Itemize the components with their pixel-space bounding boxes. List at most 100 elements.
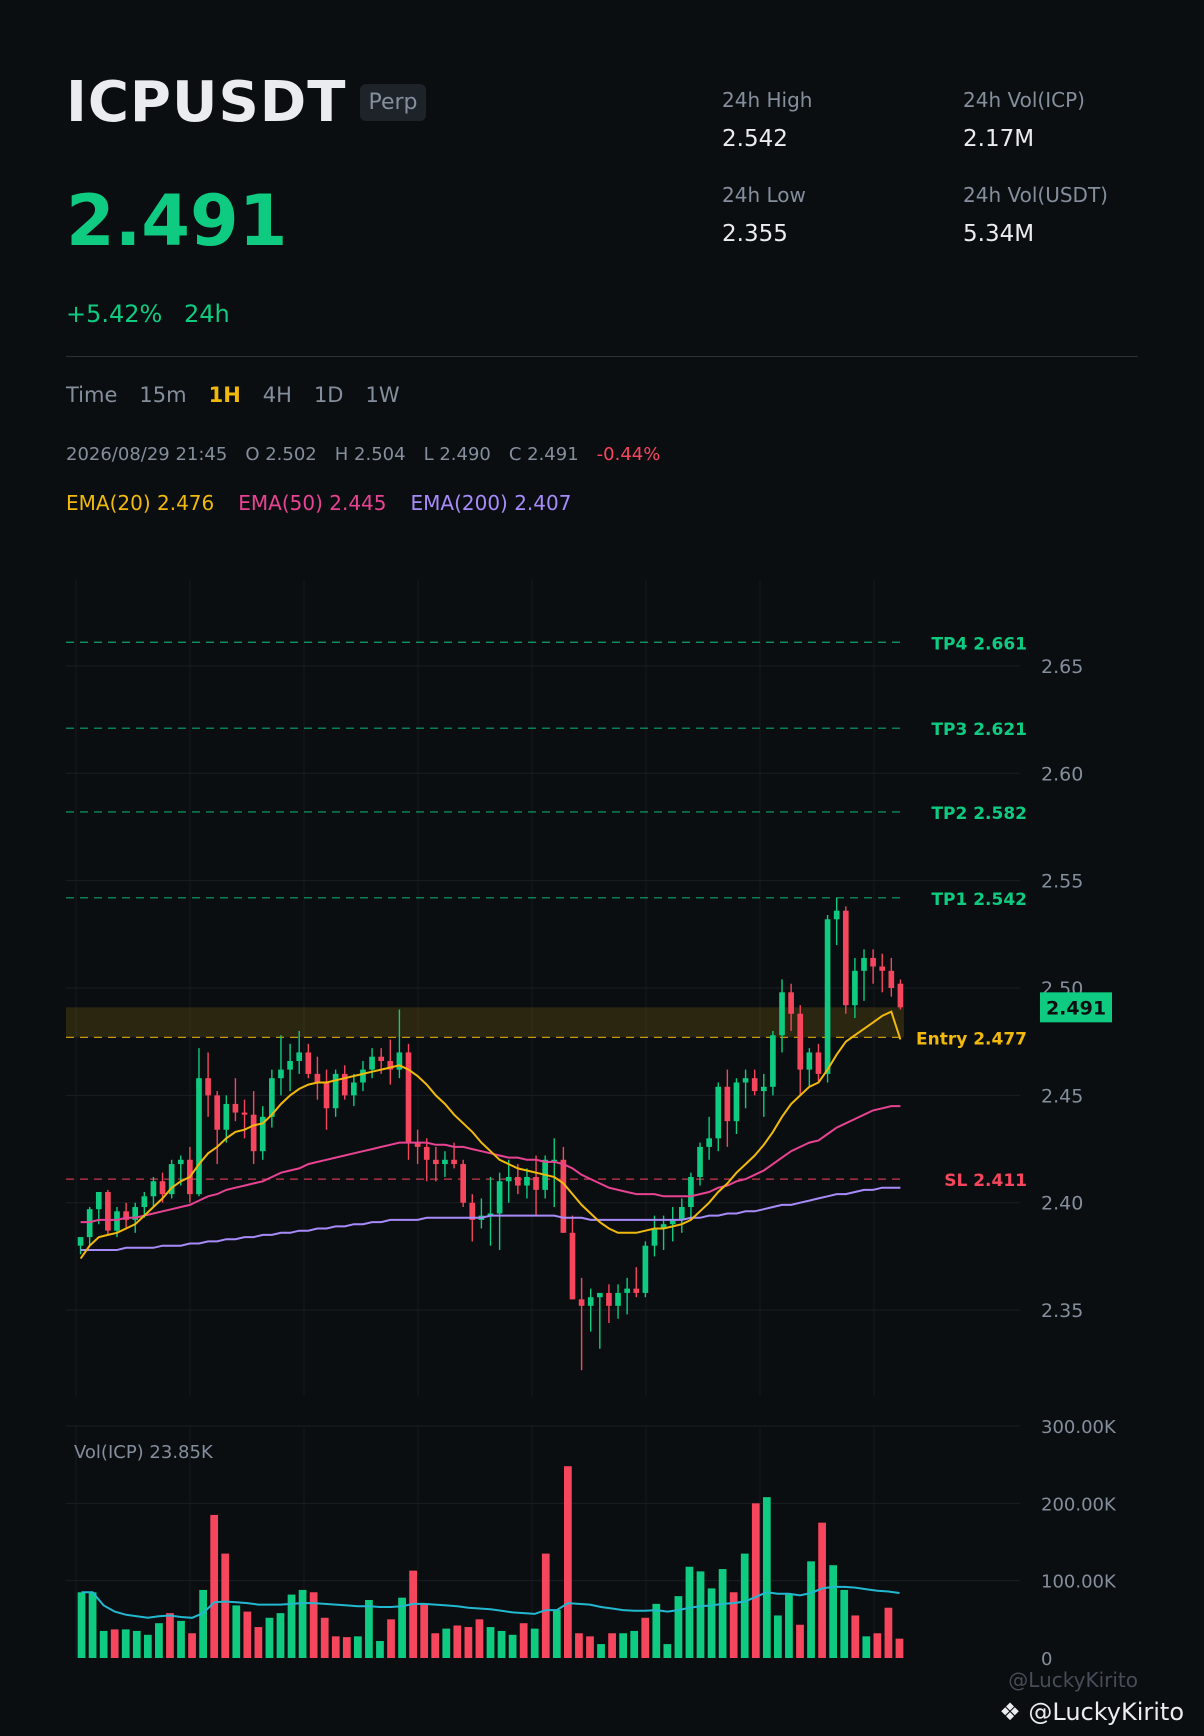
symbol-title[interactable]: ICPUSDT — [66, 70, 346, 135]
volume-bar — [331, 1636, 340, 1658]
volume-bar — [166, 1613, 174, 1658]
change-period: 24h — [184, 300, 230, 328]
volume-bar — [785, 1594, 793, 1658]
volume-bar — [387, 1619, 395, 1658]
volume-bar — [884, 1607, 893, 1658]
volume-bar — [486, 1627, 495, 1658]
volume-bar — [453, 1625, 462, 1658]
candle-body — [369, 1056, 375, 1070]
level-label: TP3 2.621 — [931, 720, 1027, 740]
ohlc-low: L 2.490 — [423, 444, 491, 465]
volume-bar — [564, 1466, 572, 1658]
candle-body — [770, 1035, 776, 1087]
volume-bar — [652, 1603, 661, 1658]
volume-bar — [110, 1629, 119, 1658]
ohlc-change: -0.44% — [596, 444, 661, 465]
stat-value: 2.355 — [722, 221, 788, 247]
candle-body — [205, 1078, 211, 1096]
volume-bar — [320, 1617, 329, 1658]
candle-body — [351, 1082, 357, 1096]
candle-body — [159, 1181, 166, 1195]
candle-body — [305, 1052, 312, 1074]
volume-tick-label: 200.00K — [1041, 1494, 1117, 1515]
candle-body — [323, 1082, 330, 1109]
candle-body — [697, 1146, 703, 1177]
stat-label: 24h Vol(ICP) — [963, 88, 1085, 112]
candle-body — [824, 919, 831, 1074]
volume-bar — [829, 1565, 838, 1658]
volume-bar — [508, 1634, 517, 1658]
header-divider — [66, 356, 1138, 357]
volume-bar — [751, 1503, 760, 1658]
level-label: TP2 2.582 — [931, 804, 1027, 824]
tab-time[interactable]: Time — [66, 383, 117, 407]
last-price: 2.491 — [66, 180, 288, 262]
volume-tick-label: 100.00K — [1041, 1572, 1117, 1593]
volume-bar — [155, 1623, 163, 1658]
candle-body — [360, 1069, 366, 1083]
ohlc-time: 2026/08/29 21:45 — [66, 444, 228, 465]
stat-label: 24h High — [722, 88, 813, 112]
candle-body — [870, 957, 876, 967]
tab-1w[interactable]: 1W — [365, 383, 399, 407]
candle-body — [505, 1176, 512, 1182]
candle-body — [733, 1082, 740, 1122]
volume-bar — [497, 1630, 506, 1658]
volume-bar — [641, 1617, 650, 1658]
volume-bar — [630, 1630, 639, 1658]
candle-body — [214, 1095, 221, 1130]
stat-24h-vol-usdt: 24h Vol(USDT) 5.34M — [963, 183, 1108, 247]
y-tick-label: 2.55 — [1041, 871, 1083, 893]
binance-logo-icon: ❖ — [999, 1698, 1021, 1726]
ema-legend: EMA(20) 2.476 EMA(50) 2.445 EMA(200) 2.4… — [66, 491, 595, 515]
price-chart[interactable]: 2.352.402.452.502.552.602.65TP4 2.661TP3… — [0, 560, 1204, 1680]
candle-body — [797, 1013, 804, 1070]
candle-body — [533, 1176, 539, 1190]
candle-body — [241, 1112, 248, 1115]
volume-bar — [188, 1633, 196, 1658]
candle-body — [842, 910, 849, 1006]
volume-bar — [265, 1617, 274, 1658]
volume-bar — [409, 1570, 417, 1658]
candle-body — [250, 1114, 257, 1152]
candle-body — [232, 1103, 239, 1113]
volume-bar — [132, 1630, 141, 1658]
volume-bar — [342, 1637, 351, 1658]
stat-label: 24h Vol(USDT) — [963, 183, 1108, 207]
stat-label: 24h Low — [722, 183, 806, 207]
candle-body — [433, 1159, 439, 1165]
volume-bar — [796, 1624, 804, 1658]
candle-body — [606, 1292, 612, 1306]
candle-body — [879, 966, 886, 971]
symbol-row: ICPUSDT Perp — [66, 70, 426, 135]
volume-bar — [707, 1588, 716, 1658]
volume-tick-label: 0 — [1041, 1649, 1052, 1670]
candle-body — [815, 1052, 822, 1074]
tab-15m[interactable]: 15m — [139, 383, 186, 407]
volume-bar — [442, 1628, 451, 1658]
volume-bar — [696, 1571, 705, 1658]
y-tick-label: 2.45 — [1041, 1085, 1083, 1107]
candle-body — [715, 1086, 722, 1139]
candle-body — [788, 992, 794, 1014]
volume-bar — [530, 1628, 539, 1658]
candle-body — [114, 1211, 120, 1231]
volume-bar — [663, 1644, 672, 1658]
volume-bar — [431, 1633, 440, 1658]
candle-body — [460, 1164, 466, 1203]
volume-bar — [276, 1613, 285, 1658]
volume-bar — [862, 1636, 871, 1658]
tab-1h[interactable]: 1H — [209, 383, 241, 407]
candle-body — [888, 970, 895, 988]
tab-4h[interactable]: 4H — [263, 383, 292, 407]
stat-24h-vol-icp: 24h Vol(ICP) 2.17M — [963, 88, 1085, 152]
candle-body — [897, 983, 904, 1008]
tab-1d[interactable]: 1D — [314, 383, 344, 407]
volume-bar — [895, 1638, 904, 1658]
candle-body — [496, 1181, 503, 1214]
candle-body — [451, 1159, 457, 1165]
volume-bar — [762, 1497, 771, 1658]
y-tick-label: 2.40 — [1041, 1193, 1083, 1215]
volume-bar — [475, 1619, 484, 1658]
volume-bar — [685, 1566, 694, 1658]
